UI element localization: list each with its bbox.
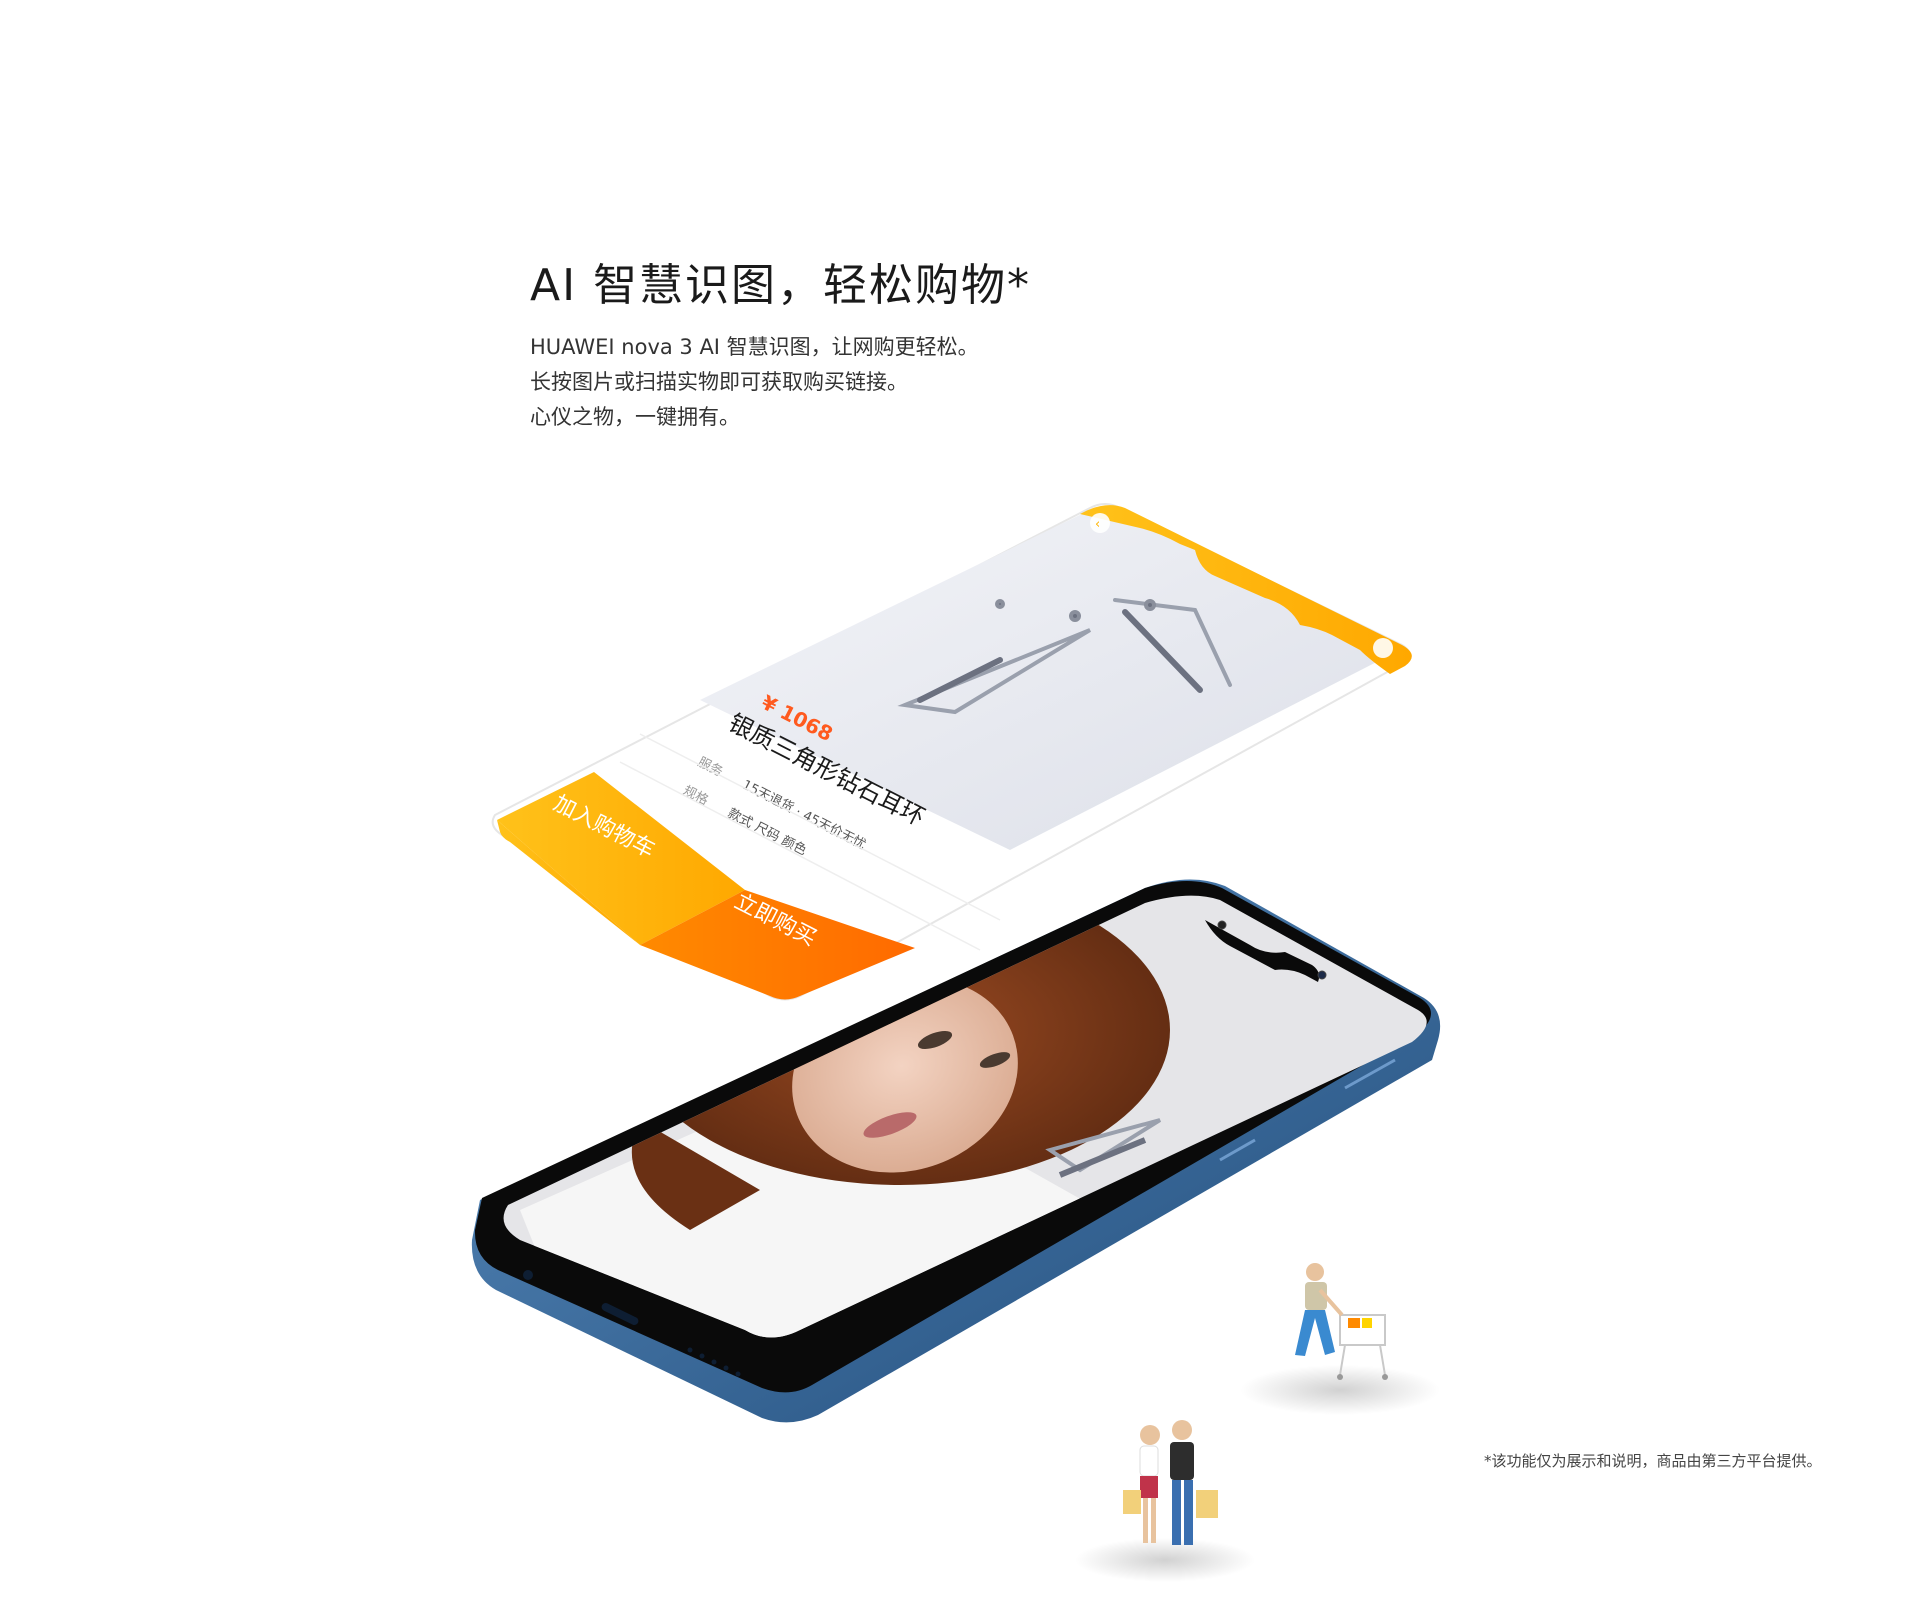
front-camera-icon <box>1217 920 1227 930</box>
share-icon[interactable] <box>1373 638 1393 658</box>
phone-device <box>471 879 1441 1423</box>
miniature-shopper-with-cart <box>1240 1263 1440 1415</box>
headphone-jack-icon <box>523 1270 533 1280</box>
product-illustration: ‹ ¥ 1068 银质三角形钻石耳环 服务 15天退货 · 45天价无忧 规格 … <box>471 503 1441 1582</box>
front-camera-2-icon <box>1317 970 1327 980</box>
disclaimer-footnote: *该功能仅为展示和说明，商品由第三方平台提供。 <box>1484 1452 1822 1470</box>
back-icon-glyph: ‹ <box>1095 517 1100 532</box>
miniature-couple-with-bags <box>1075 1420 1255 1582</box>
product-feature-page: AI 智慧识图，轻松购物* HUAWEI nova 3 AI 智慧识图，让网购更… <box>0 0 1920 1611</box>
